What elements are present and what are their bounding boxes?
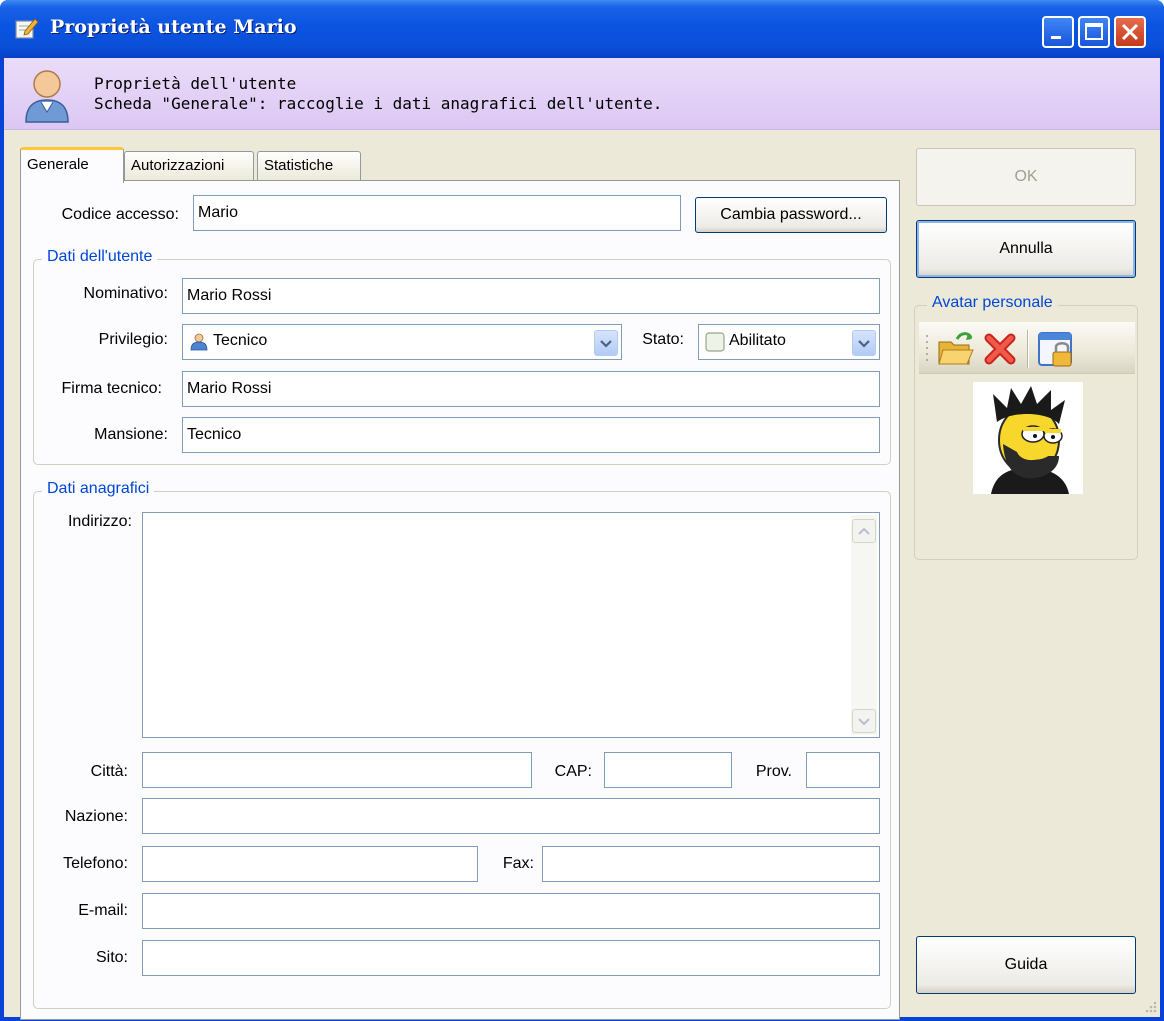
- user-icon: [25, 70, 69, 123]
- avatar-group: Avatar personale: [914, 294, 1138, 560]
- tab-statistiche[interactable]: Statistiche: [257, 151, 361, 181]
- open-folder-icon: [938, 332, 974, 365]
- sito-label: Sito:: [95, 949, 128, 966]
- indirizzo-textarea[interactable]: [142, 512, 880, 738]
- close-button[interactable]: [1114, 16, 1146, 48]
- cap-input[interactable]: [604, 752, 732, 788]
- ok-button[interactable]: OK: [916, 148, 1136, 206]
- toolbar-grip-icon: [926, 335, 928, 361]
- prov-label: Prov.: [755, 763, 792, 780]
- sito-input[interactable]: [142, 940, 880, 976]
- privilegio-dropdown-button[interactable]: [594, 330, 618, 356]
- stato-dropdown-button[interactable]: [852, 330, 876, 356]
- indirizzo-scrollbar[interactable]: [851, 515, 877, 735]
- indirizzo-label: Indirizzo:: [67, 513, 132, 530]
- telefono-label: Telefono:: [63, 855, 128, 872]
- mansione-label: Mansione:: [94, 426, 168, 443]
- chevron-down-icon: [600, 340, 612, 348]
- codice-accesso-input[interactable]: Mario: [193, 195, 681, 231]
- firma-tecnico-label: Firma tecnico:: [61, 380, 162, 397]
- window-title: Proprietà utente Mario: [50, 16, 297, 38]
- email-input[interactable]: [142, 893, 880, 929]
- dati-anagrafici-title: Dati anagrafici: [42, 480, 155, 498]
- citta-input[interactable]: [142, 752, 532, 788]
- maximize-button[interactable]: [1078, 16, 1110, 48]
- codice-accesso-label: Codice accesso:: [61, 206, 179, 223]
- scroll-up-button[interactable]: [852, 519, 876, 543]
- avatar-image: [973, 382, 1083, 494]
- edit-document-icon: [15, 18, 39, 39]
- tab-autorizzazioni[interactable]: Autorizzazioni: [124, 151, 254, 181]
- scroll-down-button[interactable]: [852, 709, 876, 733]
- tab-generale[interactable]: Generale: [20, 147, 124, 183]
- tab-panel-generale: Codice accesso: Mario Cambia password...…: [20, 180, 900, 1020]
- nazione-label: Nazione:: [64, 808, 128, 825]
- cap-label: CAP:: [554, 763, 592, 780]
- maximize-icon: [1085, 23, 1103, 40]
- email-label: E-mail:: [78, 902, 128, 919]
- guida-button[interactable]: Guida: [916, 936, 1136, 994]
- toolbar-separator: [1027, 330, 1029, 368]
- window-lock-icon: [1038, 332, 1072, 367]
- stato-select[interactable]: Abilitato: [698, 324, 880, 360]
- delete-icon: [984, 333, 1016, 365]
- resize-grip-icon[interactable]: [1144, 1000, 1158, 1014]
- dialog-window: Proprietà utente Mario Proprietà dell'ut…: [0, 0, 1164, 1021]
- fax-label: Fax:: [502, 855, 534, 872]
- nominativo-label: Nominativo:: [83, 285, 168, 302]
- mansione-input[interactable]: Tecnico: [182, 417, 880, 453]
- dati-utente-title: Dati dell'utente: [42, 248, 158, 266]
- header-description: Scheda "Generale": raccoglie i dati anag…: [94, 94, 663, 113]
- checkbox-icon: [705, 332, 725, 352]
- chevron-down-icon: [858, 718, 870, 726]
- cambia-password-button[interactable]: Cambia password...: [695, 197, 887, 233]
- load-avatar-button[interactable]: [937, 330, 975, 368]
- header-title: Proprietà dell'utente: [94, 74, 297, 93]
- dati-utente-group: Dati dell'utente Nominativo: Mario Rossi…: [33, 248, 891, 465]
- avatar-toolbar: [919, 322, 1135, 374]
- delete-avatar-button[interactable]: [981, 330, 1019, 368]
- avatar-group-title: Avatar personale: [927, 294, 1058, 312]
- window-lock-button[interactable]: [1037, 330, 1075, 368]
- title-bar[interactable]: Proprietà utente Mario: [0, 0, 1164, 58]
- privilegio-value: Tecnico: [213, 332, 268, 349]
- dati-anagrafici-group: Dati anagrafici Indirizzo: Città: CAP: P…: [33, 480, 891, 1009]
- user-icon: [190, 333, 208, 351]
- stato-label: Stato:: [642, 331, 684, 348]
- privilegio-label: Privilegio:: [98, 331, 168, 348]
- telefono-input[interactable]: [142, 846, 478, 882]
- nazione-input[interactable]: [142, 798, 880, 834]
- prov-input[interactable]: [806, 752, 880, 788]
- minimize-button[interactable]: [1042, 16, 1074, 48]
- chevron-down-icon: [858, 340, 870, 348]
- nominativo-input[interactable]: Mario Rossi: [182, 278, 880, 314]
- annulla-button[interactable]: Annulla: [916, 220, 1136, 278]
- privilegio-select[interactable]: Tecnico: [182, 324, 622, 360]
- minimize-icon: [1051, 36, 1061, 39]
- avatar-cartoon-icon: [991, 386, 1069, 494]
- fax-input[interactable]: [542, 846, 880, 882]
- stato-value: Abilitato: [729, 332, 786, 349]
- dialog-client-area: Proprietà dell'utente Scheda "Generale":…: [4, 58, 1160, 1020]
- chevron-up-icon: [858, 527, 870, 535]
- firma-tecnico-input[interactable]: Mario Rossi: [182, 371, 880, 407]
- citta-label: Città:: [90, 763, 128, 780]
- header-banner: Proprietà dell'utente Scheda "Generale":…: [4, 58, 1160, 130]
- close-icon: [1121, 23, 1139, 41]
